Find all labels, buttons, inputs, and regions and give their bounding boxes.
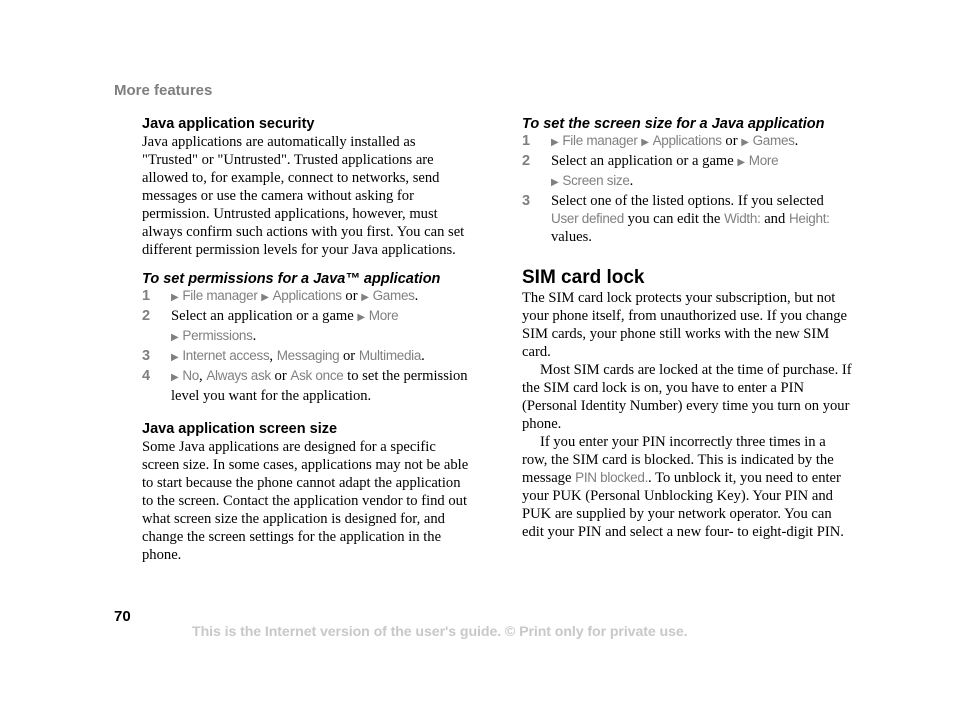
step-text: . [794, 133, 799, 149]
arrow-icon: ▶ [171, 372, 179, 383]
menu-applications: Applications [272, 288, 343, 303]
permissions-heading: To set permissions for a Java™ applicati… [142, 271, 441, 287]
menu-file-manager: File manager [182, 288, 258, 303]
step-item: 2 Select an application or a game ▶ More… [142, 307, 472, 347]
step-text: . [421, 348, 425, 364]
step-text: or [345, 288, 358, 304]
set-screen-heading: To set the screen size for a Java applic… [522, 116, 825, 132]
section-header: More features [114, 82, 213, 99]
message-pin-blocked: PIN blocked. [575, 470, 649, 485]
step-text: and [764, 211, 786, 227]
security-heading: Java application security [142, 116, 315, 132]
security-body: Java applications are automatically inst… [142, 134, 465, 258]
step-item: 4 ▶ No, Always ask or Ask once to set th… [142, 367, 472, 405]
menu-always-ask: Always ask [206, 368, 271, 383]
step-number: 1 [522, 133, 531, 149]
menu-more: More [748, 153, 779, 168]
step-text: Select an application or a game [551, 153, 734, 169]
step-text: you can edit the [627, 211, 721, 227]
footer-notice: This is the Internet version of the user… [192, 624, 688, 640]
step-number: 1 [142, 288, 151, 304]
permissions-steps: 1 ▶ File manager ▶ Applications or ▶ Gam… [142, 287, 472, 405]
arrow-icon: ▶ [641, 137, 649, 148]
step-number: 2 [522, 153, 531, 169]
arrow-icon: ▶ [551, 137, 559, 148]
arrow-icon: ▶ [357, 312, 366, 323]
menu-screen-size: Screen size [562, 173, 630, 188]
sim-lock-paragraph-2: Most SIM cards are locked at the time of… [522, 362, 852, 432]
step-text: Select one of the listed options. If you… [551, 193, 824, 209]
menu-user-defined: User defined [551, 211, 624, 226]
step-text: . [629, 173, 634, 189]
menu-width: Width: [724, 211, 761, 226]
menu-applications: Applications [652, 133, 723, 148]
step-number: 3 [142, 348, 151, 364]
arrow-icon: ▶ [737, 157, 746, 168]
step-text: , [199, 368, 203, 384]
step-text: Select an application or a game [171, 308, 354, 324]
step-text: or [274, 368, 287, 384]
step-item: 3 Select one of the listed options. If y… [522, 192, 852, 246]
arrow-icon: ▶ [361, 292, 369, 303]
page-number: 70 [114, 608, 131, 625]
menu-height: Height: [788, 211, 830, 226]
menu-more: More [368, 308, 399, 323]
step-text: or [725, 133, 738, 149]
step-item: 3 ▶ Internet access, Messaging or Multim… [142, 347, 472, 367]
menu-no: No [182, 368, 200, 383]
sim-lock-heading: SIM card lock [522, 267, 645, 288]
arrow-icon: ▶ [171, 292, 179, 303]
screen-size-heading: Java application screen size [142, 421, 338, 437]
menu-permissions: Permissions [182, 328, 253, 343]
paragraph-text: . To unblock it, you need to enter your … [522, 470, 844, 540]
left-column: Java application security Java applicati… [142, 116, 472, 564]
menu-games: Games [752, 133, 795, 148]
step-item: 2 Select an application or a game ▶ More… [522, 152, 852, 192]
right-column: To set the screen size for a Java applic… [522, 116, 852, 541]
step-text: . [252, 328, 257, 344]
step-text: values. [551, 229, 592, 245]
menu-multimedia: Multimedia [358, 348, 422, 363]
arrow-icon: ▶ [551, 177, 559, 188]
step-text: , [269, 348, 274, 364]
menu-games: Games [372, 288, 415, 303]
arrow-icon: ▶ [171, 332, 179, 343]
step-text: or [342, 348, 356, 364]
menu-ask-once: Ask once [290, 368, 344, 383]
set-screen-steps: 1 ▶ File manager ▶ Applications or ▶ Gam… [522, 132, 852, 246]
menu-internet-access: Internet access [182, 348, 270, 363]
arrow-icon: ▶ [171, 352, 179, 363]
step-number: 4 [142, 368, 151, 384]
step-text: . [414, 288, 419, 304]
step-number: 3 [522, 193, 531, 209]
sim-lock-paragraph-3: If you enter your PIN incorrectly three … [522, 433, 852, 541]
menu-file-manager: File manager [562, 133, 638, 148]
step-number: 2 [142, 308, 151, 324]
sim-lock-paragraph-1: The SIM card lock protects your subscrip… [522, 290, 848, 360]
step-item: 1 ▶ File manager ▶ Applications or ▶ Gam… [522, 132, 852, 152]
screen-size-body: Some Java applications are designed for … [142, 439, 469, 563]
arrow-icon: ▶ [741, 137, 749, 148]
arrow-icon: ▶ [261, 292, 269, 303]
step-item: 1 ▶ File manager ▶ Applications or ▶ Gam… [142, 287, 472, 307]
menu-messaging: Messaging [276, 348, 340, 363]
